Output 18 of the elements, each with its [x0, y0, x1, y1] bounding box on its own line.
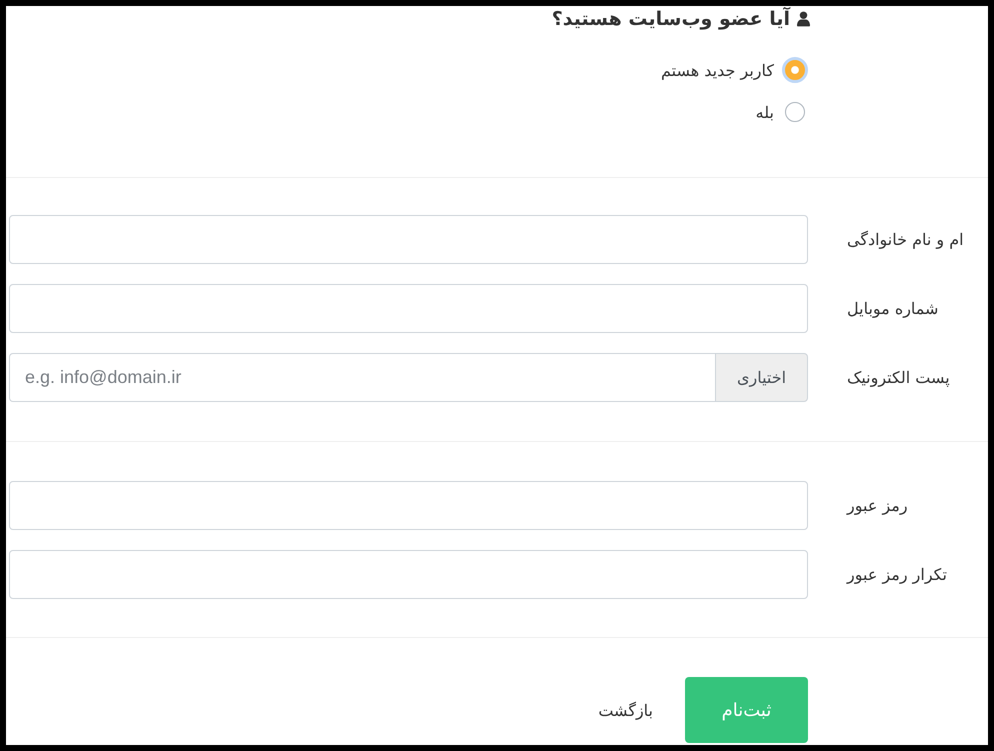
- radio-label[interactable]: کاربر جدید هستم: [661, 60, 774, 80]
- user-icon: [797, 11, 810, 27]
- field-label: شماره موبایل: [847, 299, 938, 318]
- field-label: پست الکترونیک: [847, 368, 950, 387]
- field-label: تکرار رمز عبور: [847, 565, 947, 584]
- input-field[interactable]: [9, 550, 808, 599]
- field-label: رمز عبور: [847, 496, 908, 515]
- radio-button[interactable]: [785, 102, 805, 122]
- input-field[interactable]: [9, 481, 808, 530]
- back-link[interactable]: بازگشت: [598, 700, 653, 720]
- radio-label[interactable]: بله: [756, 102, 774, 122]
- section-title: آیا عضو وب‌سایت هستید؟: [552, 8, 790, 30]
- input-field[interactable]: e.g. info@domain.ir: [9, 353, 715, 402]
- input-addon: اختیاری: [715, 353, 808, 402]
- radio-button[interactable]: [782, 57, 808, 83]
- input-field[interactable]: [9, 215, 808, 264]
- input-field[interactable]: [9, 284, 808, 333]
- field-label: ام و نام خانوادگی: [847, 230, 964, 249]
